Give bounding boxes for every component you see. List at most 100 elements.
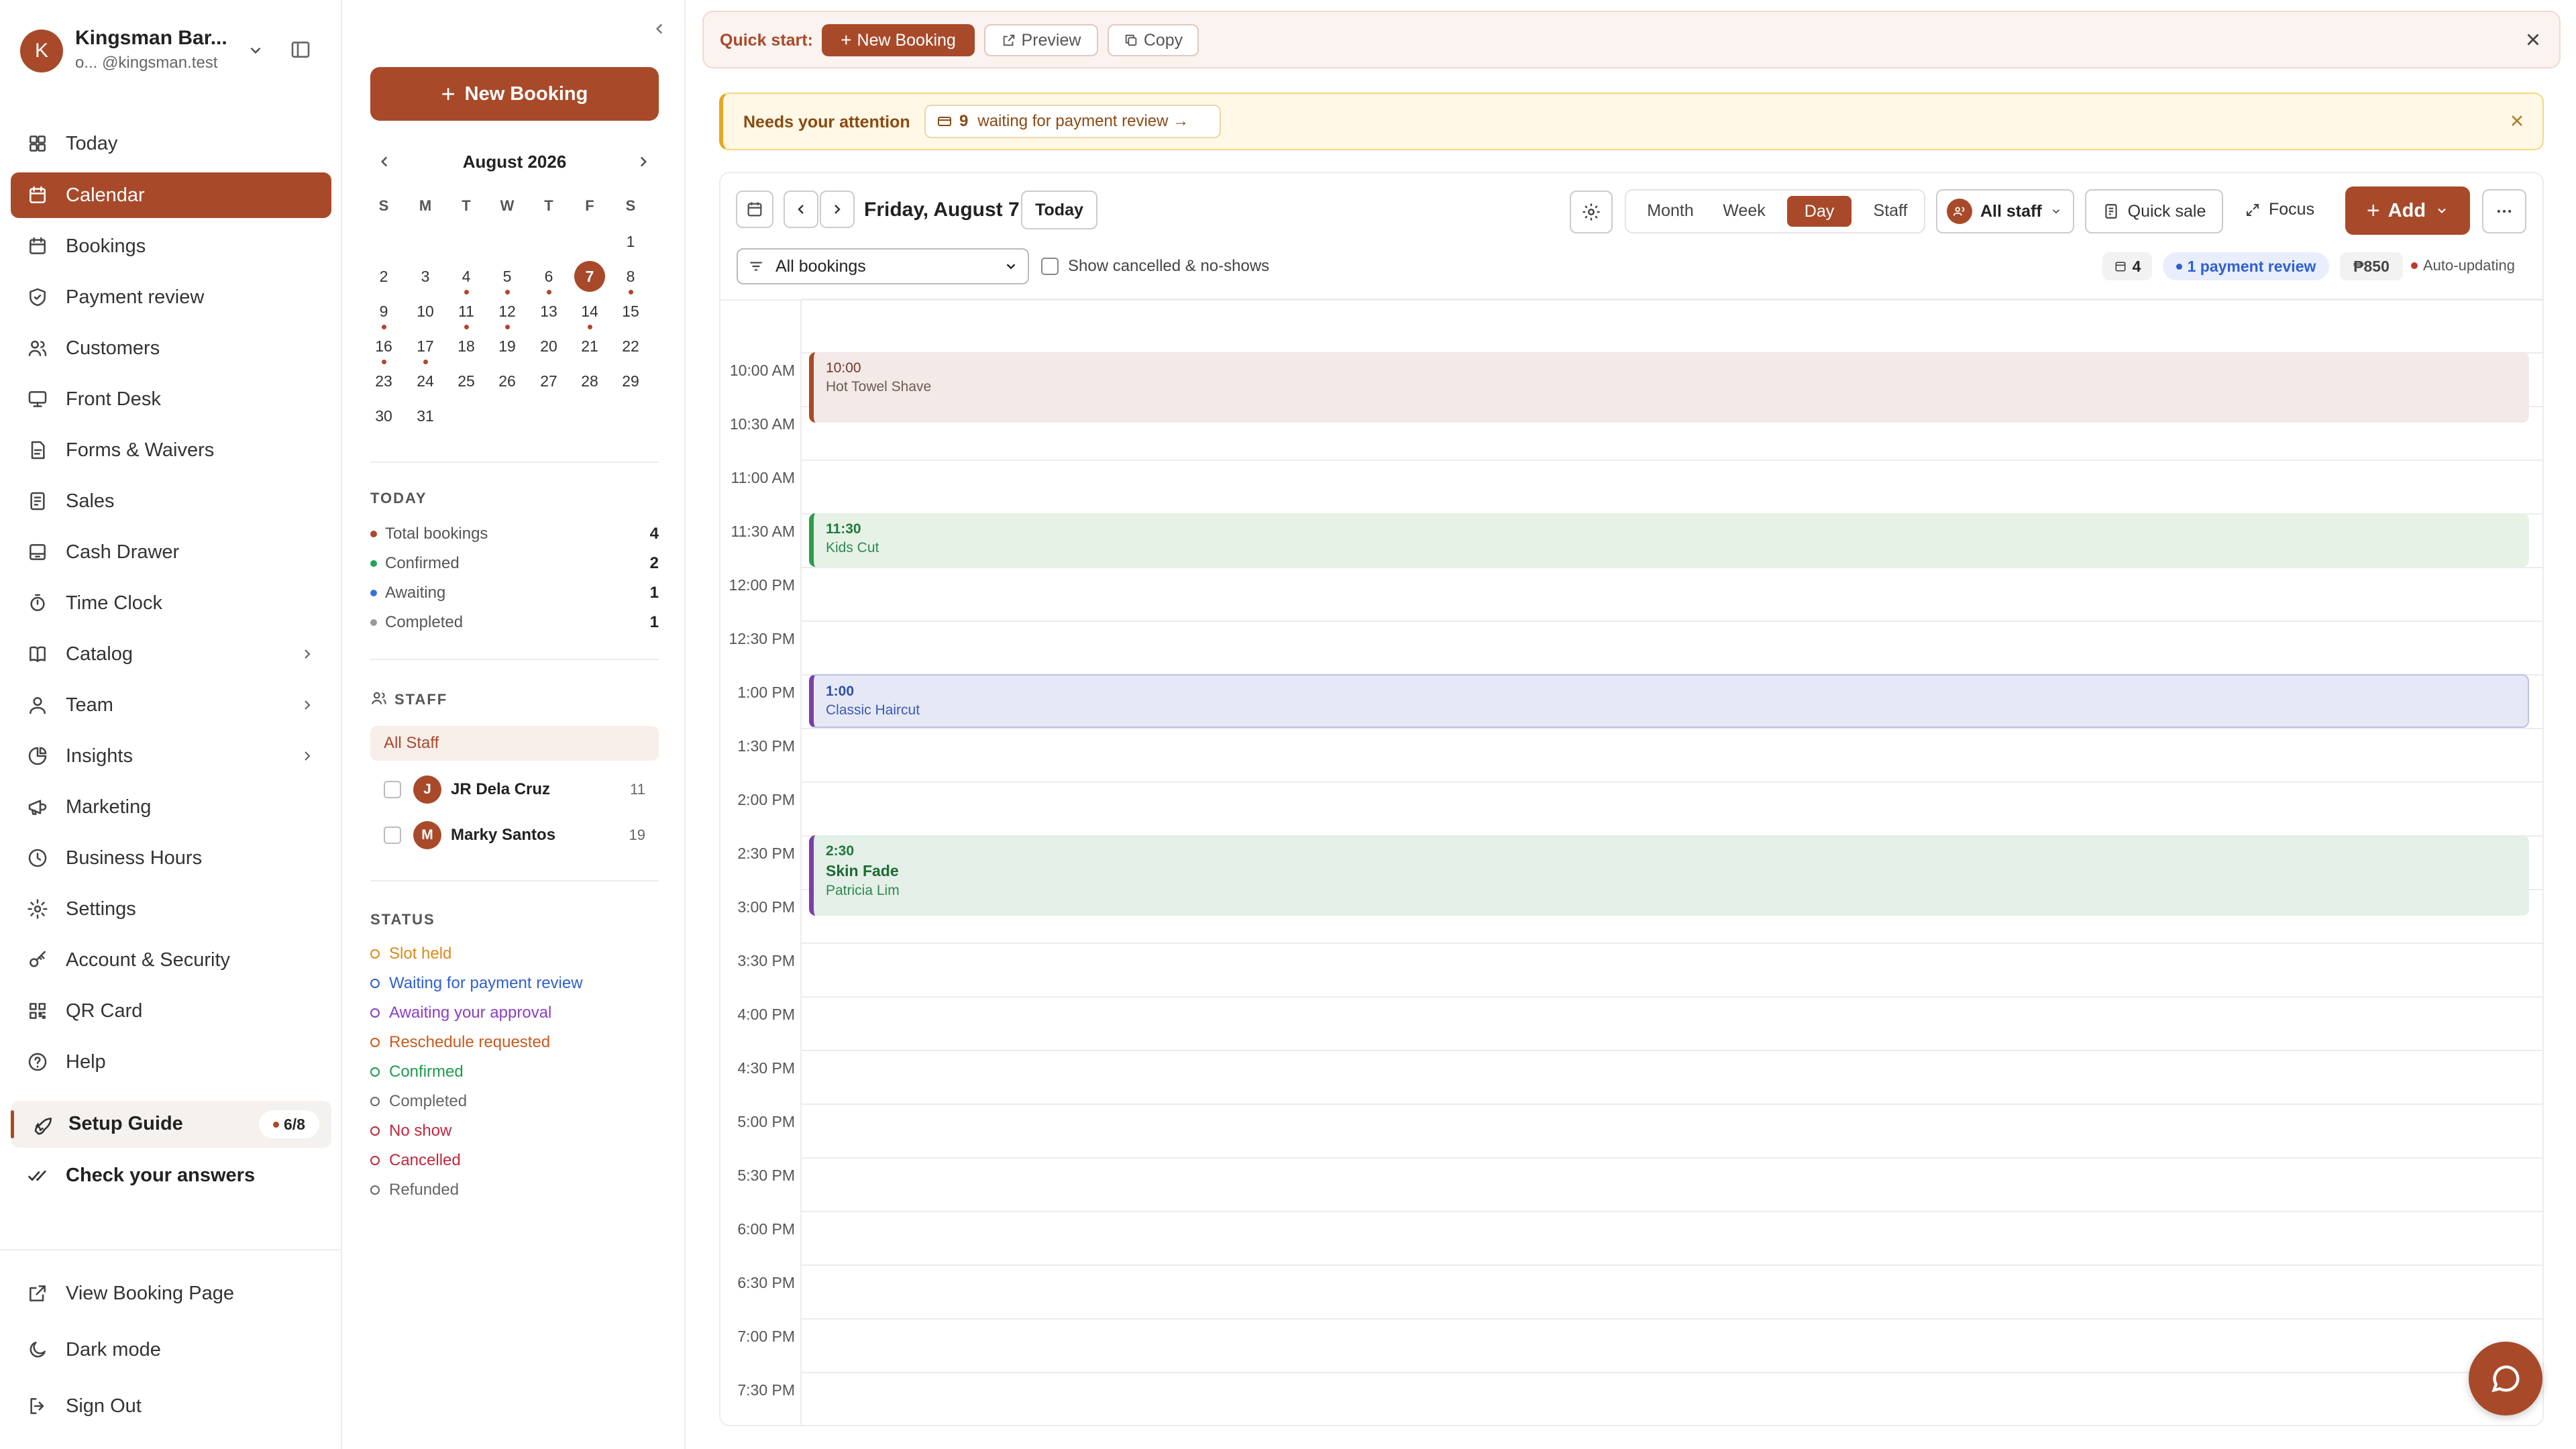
account-avatar[interactable]: K — [20, 30, 63, 72]
calendar-day[interactable]: 19 — [491, 333, 523, 360]
next-day-button[interactable] — [820, 191, 855, 228]
calendar-day[interactable]: 10 — [409, 298, 441, 325]
calendar-day[interactable]: 29 — [614, 368, 647, 394]
sidebar-item-insights[interactable]: Insights — [11, 733, 331, 779]
attention-payment-chip[interactable]: 9 waiting for payment review → — [924, 105, 1221, 138]
sidebar-item-team[interactable]: Team — [11, 682, 331, 728]
sidebar-item-forms-waivers[interactable]: Forms & Waivers — [11, 427, 331, 473]
calendar-day[interactable]: 16 — [368, 333, 400, 360]
calendar-day[interactable]: 12 — [491, 298, 523, 325]
all-staff-filter[interactable]: All Staff — [370, 726, 659, 761]
calendar-settings-button[interactable] — [1570, 191, 1613, 233]
sidebar-item-cash-drawer[interactable]: Cash Drawer — [11, 529, 331, 575]
close-icon[interactable] — [2508, 111, 2526, 130]
calendar-day[interactable]: 6 — [533, 263, 565, 290]
calendar-day[interactable]: 21 — [574, 333, 606, 360]
calendar-day[interactable]: 17 — [409, 333, 441, 360]
sidebar-item-qr-card[interactable]: QR Card — [11, 988, 331, 1034]
calendar-day[interactable]: 31 — [409, 402, 441, 429]
close-icon[interactable] — [2523, 30, 2543, 50]
calendar-day[interactable]: 7 — [574, 263, 606, 290]
sidebar-item-bookings[interactable]: Bookings — [11, 223, 331, 269]
collapse-sidebar-icon[interactable] — [290, 39, 311, 60]
calendar-day[interactable]: 26 — [491, 368, 523, 394]
check-answers-item[interactable]: Check your answers — [11, 1152, 331, 1198]
view-day[interactable]: Day — [1787, 196, 1851, 227]
quick-sale-button[interactable]: Quick sale — [2085, 189, 2223, 233]
footer-item-dark-mode[interactable]: Dark mode — [11, 1327, 331, 1373]
add-button[interactable]: + Add — [2345, 186, 2470, 235]
clock-icon — [25, 846, 50, 870]
sidebar-item-customers[interactable]: Customers — [11, 325, 331, 371]
calendar-day[interactable]: 28 — [574, 368, 606, 394]
calendar-day[interactable]: 9 — [368, 298, 400, 325]
quickstart-new-booking-button[interactable]: + New Booking — [822, 24, 975, 56]
calendar-day[interactable]: 11 — [450, 298, 482, 325]
prev-day-button[interactable] — [784, 191, 818, 228]
view-month[interactable]: Month — [1637, 201, 1704, 221]
sidebar-item-front-desk[interactable]: Front Desk — [11, 376, 331, 422]
more-options-button[interactable] — [2482, 189, 2526, 233]
chevron-right-icon — [835, 205, 841, 214]
sidebar-item-help[interactable]: Help — [11, 1039, 331, 1085]
calendar-day[interactable]: 23 — [368, 368, 400, 394]
sidebar-item-business-hours[interactable]: Business Hours — [11, 835, 331, 881]
sidebar-item-account-security[interactable]: Account & Security — [11, 937, 331, 983]
calendar-day[interactable]: 4 — [450, 263, 482, 290]
calendar-day[interactable]: 2 — [368, 263, 400, 290]
calendar-day[interactable]: 15 — [614, 298, 647, 325]
sidebar-item-payment-review[interactable]: Payment review — [11, 274, 331, 320]
sidebar-item-catalog[interactable]: Catalog — [11, 631, 331, 677]
view-staff[interactable]: Staff — [1857, 201, 1924, 221]
booking-filter-select[interactable]: All bookings — [737, 248, 1029, 284]
event-skin-fade[interactable]: 2:30 Skin Fade Patricia Lim — [809, 835, 2529, 916]
chevron-down-icon[interactable] — [247, 42, 264, 59]
footer-item-view-booking-page[interactable]: View Booking Page — [11, 1271, 331, 1316]
new-booking-button[interactable]: + New Booking — [370, 67, 659, 121]
quickstart-preview-button[interactable]: Preview — [984, 24, 1098, 56]
sidebar-item-sales[interactable]: Sales — [11, 478, 331, 524]
calendar-day[interactable]: 14 — [574, 298, 606, 325]
view-week[interactable]: Week — [1711, 201, 1778, 221]
staff-filter-dropdown[interactable]: All staff — [1936, 189, 2074, 233]
calendar-day[interactable]: 22 — [614, 333, 647, 360]
calendar-day[interactable]: 27 — [533, 368, 565, 394]
staff-row[interactable]: J JR Dela Cruz 11 — [370, 773, 659, 806]
calendar-day[interactable]: 25 — [450, 368, 482, 394]
calendar-day[interactable]: 24 — [409, 368, 441, 394]
payment-review-badge[interactable]: 1 payment review — [2163, 252, 2329, 280]
sidebar-item-marketing[interactable]: Marketing — [11, 784, 331, 830]
calendar-day[interactable]: 8 — [614, 263, 647, 290]
next-month-icon[interactable] — [635, 153, 652, 170]
show-cancelled-label[interactable]: Show cancelled & no-shows — [1068, 257, 1269, 276]
time-label: 11:00 AM — [731, 469, 795, 486]
event-kids-cut[interactable]: 11:30 Kids Cut — [809, 513, 2529, 567]
staff-checkbox[interactable] — [384, 781, 401, 798]
calendar-day[interactable]: 3 — [409, 263, 441, 290]
sidebar-item-time-clock[interactable]: Time Clock — [11, 580, 331, 626]
today-button[interactable]: Today — [1021, 191, 1097, 229]
footer-item-sign-out[interactable]: Sign Out — [11, 1383, 331, 1429]
chat-button[interactable] — [2469, 1342, 2542, 1415]
focus-button[interactable]: Focus — [2245, 200, 2314, 219]
calendar-day[interactable]: 5 — [491, 263, 523, 290]
staff-row[interactable]: M Marky Santos 19 — [370, 818, 659, 852]
setup-guide-item[interactable]: Setup Guide 6/8 — [11, 1101, 331, 1148]
calendar-day[interactable]: 30 — [368, 402, 400, 429]
show-cancelled-checkbox[interactable] — [1041, 258, 1059, 275]
quickstart-copy-button[interactable]: Copy — [1108, 24, 1199, 56]
collapse-panel-icon[interactable] — [651, 20, 668, 38]
sidebar-item-today[interactable]: Today — [11, 121, 331, 166]
staff-filter-label: All staff — [1980, 201, 2042, 221]
calendar-day[interactable]: 1 — [614, 228, 647, 255]
date-picker-button[interactable] — [736, 191, 773, 228]
event-classic-haircut[interactable]: 1:00 Classic Haircut — [809, 674, 2529, 728]
event-hot-towel-shave[interactable]: 10:00 Hot Towel Shave — [809, 352, 2529, 423]
sidebar-item-calendar[interactable]: Calendar — [11, 172, 331, 218]
staff-checkbox[interactable] — [384, 826, 401, 844]
calendar-day[interactable]: 20 — [533, 333, 565, 360]
calendar-day[interactable]: 13 — [533, 298, 565, 325]
sidebar-item-settings[interactable]: Settings — [11, 886, 331, 932]
account-name[interactable]: Kingsman Bar... — [75, 27, 227, 50]
calendar-day[interactable]: 18 — [450, 333, 482, 360]
